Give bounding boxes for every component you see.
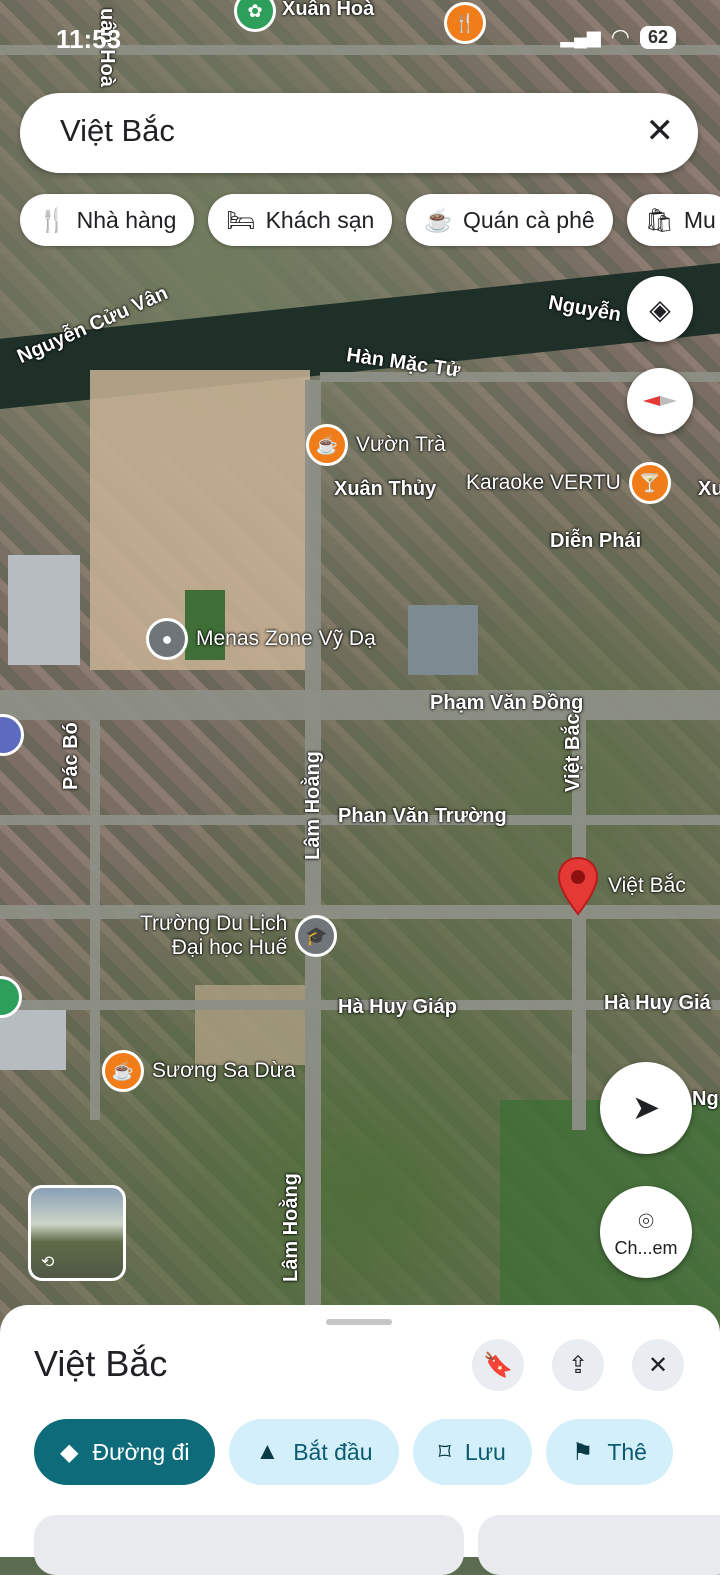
poi-label-group: Trường Du Lịch Đại học Huế [140, 912, 287, 960]
info-card[interactable] [478, 1515, 720, 1575]
signal-icon: ▂▄▆ [560, 26, 601, 47]
street-label: Phạm Văn Đồng [430, 692, 584, 714]
poi-label: Karaoke VERTU [466, 471, 621, 494]
street-label: Hà Huy Giá [604, 992, 711, 1014]
more-action-button[interactable]: ⚑ Thê [545, 1419, 673, 1485]
share-icon: ⇪ [567, 1351, 589, 1379]
building-roof [408, 605, 478, 675]
compass-icon [643, 396, 677, 406]
save-button[interactable]: 🔖 [472, 1339, 524, 1391]
road-pham-van-dong [0, 690, 720, 720]
road-pac-bo [90, 720, 100, 1120]
bookmark-icon: ⌑ [438, 1438, 451, 1466]
coffee-icon: ☕ [424, 206, 453, 233]
battery-level: 62 [639, 25, 676, 49]
action-label: Lưu [464, 1438, 506, 1465]
bar-icon: 🍸 [628, 462, 671, 504]
poi-label: Vườn Trà [356, 433, 446, 456]
poi-label: Sương Sa Dừa [152, 1059, 296, 1082]
navigation-start-icon: ▲ [255, 1438, 280, 1465]
street-label: Xuân Thủy [334, 478, 437, 500]
stadium-roof [8, 555, 80, 665]
street-label: Việt Bắc [562, 713, 584, 792]
selected-place-pin[interactable]: Việt Bắc [556, 856, 686, 916]
poi-suong-sa[interactable]: ☕ Sương Sa Dừa [102, 1050, 295, 1092]
close-sheet-button[interactable]: ✕ [632, 1339, 684, 1391]
chip-restaurants[interactable]: 🍴 Nhà hàng [20, 194, 195, 246]
compass-button[interactable] [627, 368, 693, 434]
street-label: Lâm Hoằng [302, 751, 324, 860]
poi-edge-left-2[interactable] [0, 976, 22, 1018]
action-label: Bắt đầu [293, 1438, 373, 1465]
chip-coffee[interactable]: ☕ Quán cà phê [406, 194, 613, 246]
layers-button[interactable]: ◈ [627, 276, 693, 342]
status-bar: 11:53 ▂▄▆ ◠ 62 [0, 20, 720, 60]
camera-icon: ⌾ [638, 1205, 654, 1236]
street-view-thumbnail[interactable]: ⟲ [28, 1185, 126, 1281]
street-label: Phan Văn Trường [338, 805, 507, 827]
school-icon: 🎓 [295, 915, 338, 957]
street-label: Lâm Hoằng [280, 1173, 302, 1282]
chip-label: Mu [683, 206, 716, 233]
chip-label: Khách sạn [265, 206, 375, 233]
poi-truong[interactable]: Trường Du Lịch Đại học Huế 🎓 [140, 912, 338, 960]
camera-search-button[interactable]: ⌾ Ch...em [600, 1186, 692, 1278]
navigation-arrow-icon: ➤ [631, 1089, 661, 1127]
layers-icon: ◈ [649, 293, 671, 325]
park-icon [0, 976, 22, 1018]
poi-karaoke[interactable]: Karaoke VERTU 🍸 [466, 462, 671, 504]
poi-vuon-tra[interactable]: ☕ Vườn Trà [306, 424, 446, 466]
street-label: Xu [698, 478, 720, 500]
bookmark-icon: 🔖 [483, 1351, 513, 1379]
share-button[interactable]: ⇪ [552, 1339, 604, 1391]
street-label: Diễn Phái [550, 530, 642, 552]
coffee-icon: ☕ [102, 1050, 144, 1092]
action-label: Đường đi [92, 1438, 190, 1465]
search-query[interactable]: Việt Bắc [60, 113, 175, 149]
status-time: 11:53 [56, 24, 122, 54]
pin-label: Việt Bắc [608, 874, 686, 897]
info-card[interactable] [34, 1515, 464, 1575]
start-button[interactable]: ▲ Bắt đầu [229, 1419, 399, 1485]
close-icon: ✕ [647, 1351, 669, 1379]
wifi-icon: ◠ [610, 24, 630, 49]
street-label: Ng [692, 1088, 719, 1110]
street-label: Pác Bó [60, 722, 82, 790]
action-buttons: ◆ Đường đi ▲ Bắt đầu ⌑ Lưu ⚑ Thê [34, 1419, 673, 1485]
drag-handle[interactable] [326, 1319, 392, 1325]
rotate-360-icon: ⟲ [41, 1254, 55, 1271]
street-label: Hà Huy Giáp [338, 996, 457, 1018]
poi-menas[interactable]: ● Menas Zone Vỹ Dạ [146, 618, 376, 660]
restaurant-icon: 🍴 [38, 206, 67, 233]
chip-shopping[interactable]: 🛍 Mu [626, 194, 720, 246]
directions-button[interactable]: ◆ Đường đi [34, 1419, 216, 1485]
my-location-button[interactable]: ➤ [600, 1062, 692, 1154]
building-roof-2 [0, 1010, 66, 1070]
flag-icon: ⚑ [571, 1438, 594, 1466]
chip-label: Nhà hàng [76, 206, 177, 233]
poi-label: Đại học Huế [171, 936, 288, 959]
poi-edge-left[interactable] [0, 714, 24, 756]
status-icons: ▂▄▆ ◠ 62 [560, 24, 676, 50]
close-icon[interactable]: ✕ [646, 111, 675, 151]
poi-label: Menas Zone Vỹ Dạ [196, 627, 376, 650]
action-label: Thê [607, 1438, 647, 1465]
category-chips: 🍴 Nhà hàng 🛏 Khách sạn ☕ Quán cà phê 🛍 M… [20, 194, 720, 246]
shopping-icon: 🛍 [644, 206, 674, 233]
coffee-icon: ☕ [306, 424, 348, 466]
hotel-icon: 🛏 [226, 206, 256, 233]
street-label: Xuân Hoà [282, 0, 375, 20]
chip-label: Quán cà phê [462, 206, 595, 233]
location-pin-icon [557, 856, 599, 916]
place-title: Việt Bắc [34, 1343, 168, 1384]
place-icon: ● [146, 618, 188, 660]
chip-hotels[interactable]: 🛏 Khách sạn [208, 194, 393, 246]
place-icon [0, 714, 24, 756]
search-bar[interactable]: Việt Bắc ✕ [20, 93, 698, 173]
directions-icon: ◆ [60, 1438, 79, 1466]
poi-label: Trường Du Lịch [140, 912, 288, 935]
place-bottom-sheet: Việt Bắc 🔖 ⇪ ✕ ◆ Đường đi ▲ Bắt đầu ⌑ Lư… [0, 1305, 720, 1575]
save-action-button[interactable]: ⌑ Lưu [412, 1419, 532, 1485]
camera-label: Ch...em [614, 1237, 678, 1258]
